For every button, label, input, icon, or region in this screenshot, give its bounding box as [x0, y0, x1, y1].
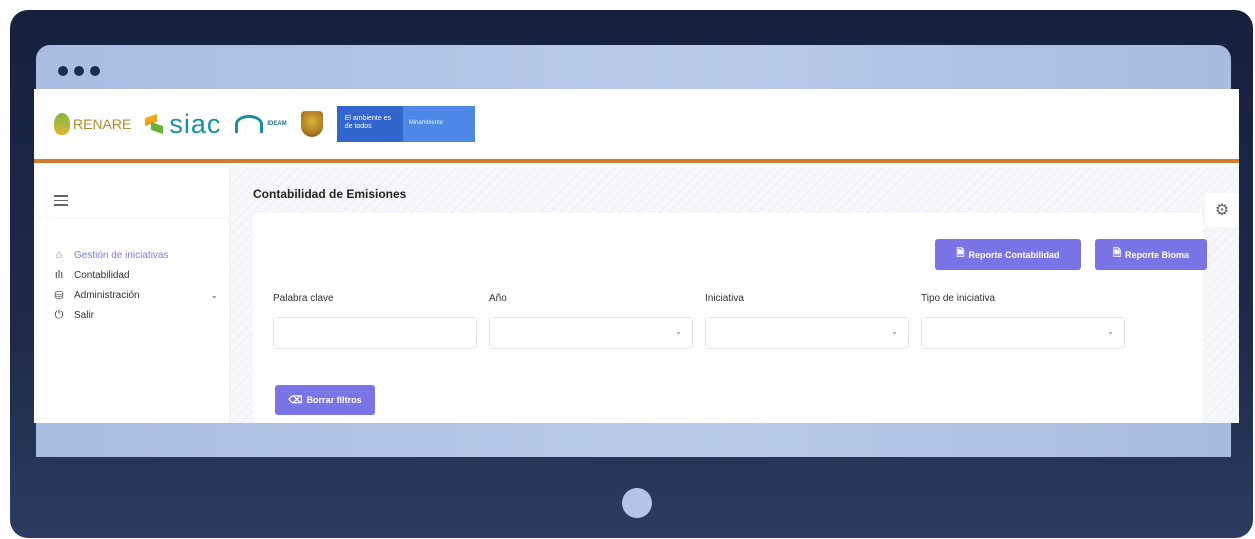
reporte-contabilidad-button[interactable]: 🗎 Reporte Contabilidad — [935, 239, 1081, 270]
gov-banner-ministry: Minambiente — [402, 106, 475, 142]
year-label: Año — [489, 293, 507, 304]
menu-toggle-icon[interactable] — [54, 195, 68, 209]
ideam-logo[interactable]: IDEAM — [235, 115, 287, 133]
borrar-filtros-label: Borrar filtros — [306, 395, 362, 405]
gov-banner[interactable]: El ambiente es de todos Minambiente — [336, 106, 475, 142]
sidebar-nav: ⌂ Gestión de iniciativas ılı Contabilida… — [52, 245, 222, 325]
sidebar-item-label: Contabilidad — [74, 269, 130, 281]
renare-leaf-icon — [54, 113, 70, 135]
power-icon: ⏻ — [54, 308, 64, 321]
siac-mark-icon — [145, 113, 165, 135]
sidebar-item-gestion[interactable]: ⌂ Gestión de iniciativas — [52, 245, 222, 265]
top-header: RENARE siac IDEAM El ambiente es de todo… — [34, 89, 1239, 163]
siac-logo[interactable]: siac — [145, 109, 221, 140]
sidebar-item-salir[interactable]: ⏻ Salir — [52, 305, 222, 325]
sidebar-item-label: Salir — [74, 309, 95, 321]
reporte-contabilidad-label: Reporte Contabilidad — [968, 249, 1060, 260]
filters-card: 🗎 Reporte Contabilidad 🗎 Reporte Bioma P… — [253, 213, 1207, 423]
chevron-down-icon: ⌄ — [210, 289, 218, 300]
document-icon: 🗎 — [1112, 248, 1122, 259]
renare-logo-text: RENARE — [73, 116, 132, 132]
main-content: Contabilidad de Emisiones ⚙ 🗎 Reporte Co… — [230, 167, 1239, 423]
borrar-filtros-button[interactable]: ⌫ Borrar filtros — [275, 385, 375, 415]
ideam-logo-text: IDEAM — [267, 121, 287, 127]
clear-icon: ⌫ — [288, 394, 303, 406]
year-select[interactable] — [489, 317, 693, 349]
reporte-bioma-label: Reporte Bioma — [1125, 249, 1190, 260]
database-icon: ⛁ — [54, 289, 64, 302]
window-dot — [90, 66, 100, 76]
chevron-down-icon: ⌄ — [891, 327, 898, 336]
sidebar-divider — [34, 217, 230, 218]
sidebar-item-label: Gestión de iniciativas — [74, 249, 169, 261]
chevron-down-icon: ⌄ — [1107, 327, 1114, 336]
document-icon: 🗎 — [956, 248, 965, 259]
initiative-label: Iniciativa — [705, 293, 744, 304]
settings-gear-icon[interactable]: ⚙ — [1205, 193, 1239, 227]
window-dot — [58, 66, 68, 76]
ideam-eye-icon — [235, 115, 264, 133]
renare-logo[interactable]: RENARE — [54, 113, 131, 135]
chevron-down-icon: ⌄ — [675, 327, 682, 336]
keyword-label: Palabra clave — [273, 293, 334, 304]
keyword-input[interactable] — [273, 317, 477, 349]
monitor-power-button — [622, 488, 652, 518]
window-dot — [74, 66, 84, 76]
reporte-bioma-button[interactable]: 🗎 Reporte Bioma — [1095, 239, 1207, 270]
sidebar-item-contabilidad[interactable]: ılı Contabilidad — [52, 265, 222, 285]
app-window: RENARE siac IDEAM El ambiente es de todo… — [34, 89, 1239, 423]
colombia-shield-icon — [300, 111, 323, 137]
initiative-select[interactable] — [705, 317, 909, 349]
bar-chart-icon: ılı — [54, 269, 64, 281]
siac-logo-text: siac — [169, 108, 222, 139]
home-icon: ⌂ — [55, 249, 63, 261]
sidebar: ⌂ Gestión de iniciativas ılı Contabilida… — [34, 167, 230, 423]
window-dots — [58, 66, 100, 76]
sidebar-item-label: Administración — [74, 289, 140, 301]
type-select[interactable] — [921, 317, 1125, 349]
sidebar-item-administracion[interactable]: ⛁ Administración ⌄ — [52, 285, 222, 305]
gov-banner-slogan: El ambiente es de todos — [336, 106, 403, 142]
page-title: Contabilidad de Emisiones — [253, 187, 407, 201]
type-label: Tipo de iniciativa — [921, 293, 996, 304]
